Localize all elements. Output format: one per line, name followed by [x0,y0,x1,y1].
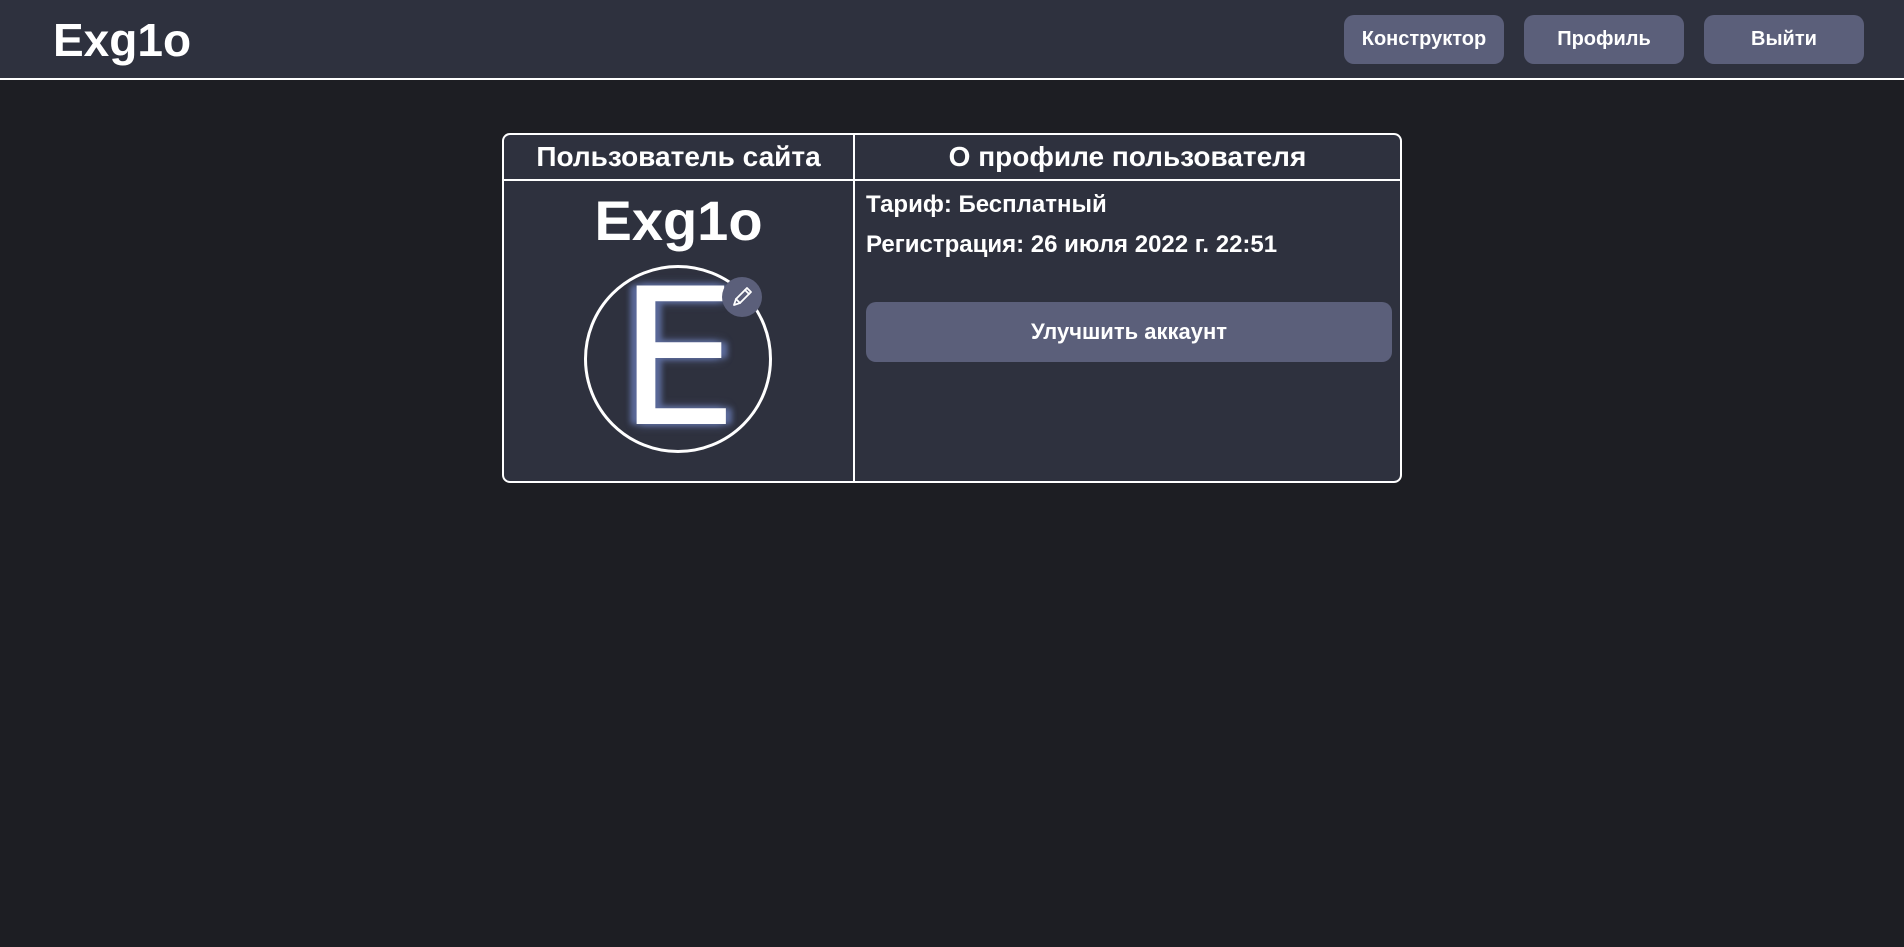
registration-label: Регистрация: [866,231,1025,258]
column-divider [853,135,855,481]
edit-avatar-button[interactable] [722,277,762,317]
profile-button[interactable]: Профиль [1524,15,1684,64]
profile-table: Пользователь сайта О профиле пользовател… [502,133,1402,483]
pencil-icon [733,287,752,306]
profile-username: Exg1o [594,189,763,252]
tariff-info: Тариф: Бесплатный [866,191,1107,219]
user-column-header: Пользователь сайта [536,141,821,172]
upgrade-account-button[interactable]: Улучшить аккаунт [866,302,1392,362]
tariff-label: Тариф: [866,191,952,218]
about-column-header: О профиле пользователя [948,141,1307,172]
header-divider [504,179,1400,181]
registration-value: 26 июля 2022 г. 22:51 [1030,231,1278,258]
tariff-value: Бесплатный [958,191,1107,218]
constructor-button[interactable]: Конструктор [1344,15,1504,64]
logout-button[interactable]: Выйти [1704,15,1864,64]
registration-info: Регистрация: 26 июля 2022 г. 22:51 [866,231,1277,259]
top-header: Exg1o Конструктор Профиль Выйти [0,0,1904,80]
site-logo[interactable]: Exg1o [53,12,191,68]
